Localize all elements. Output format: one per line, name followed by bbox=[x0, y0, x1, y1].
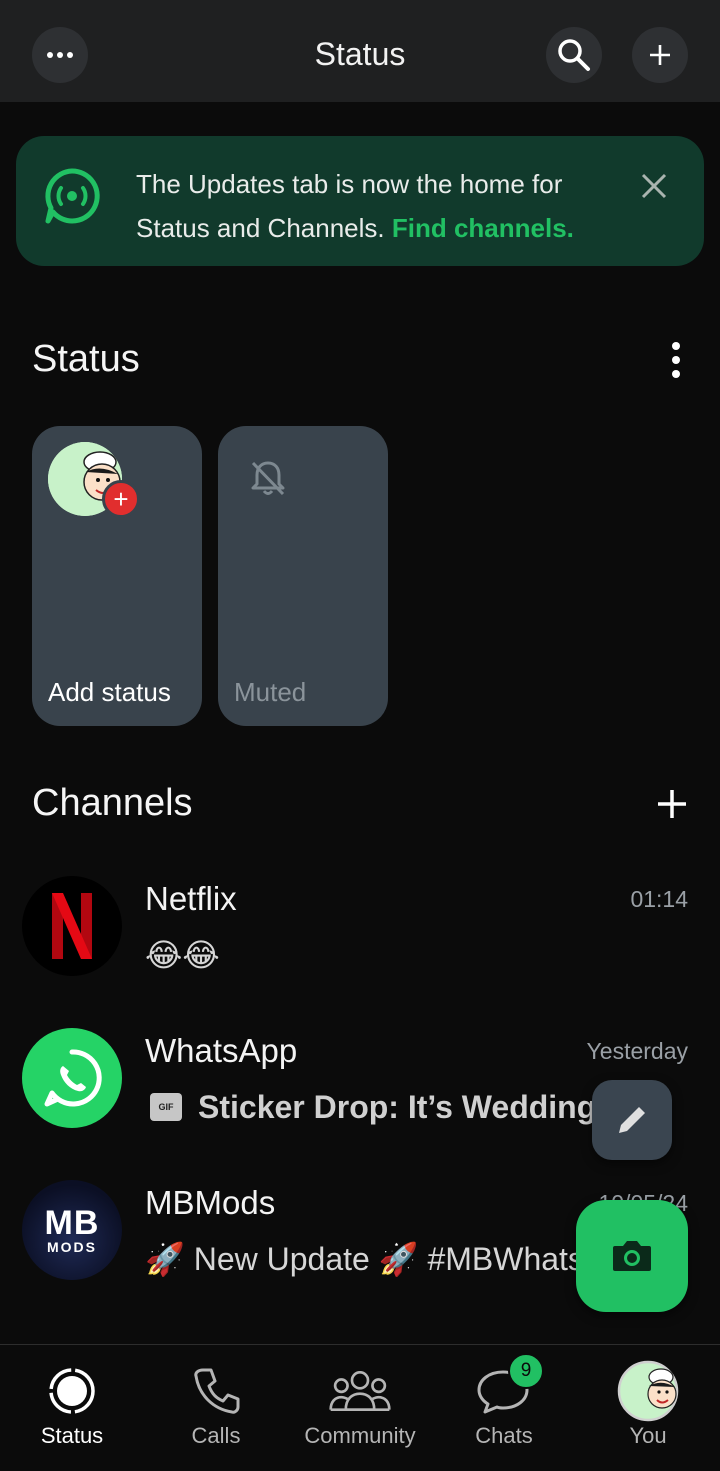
status-icon bbox=[40, 1359, 104, 1423]
logo-text: MB bbox=[44, 1204, 100, 1242]
whatsapp-logo-icon bbox=[44, 1049, 102, 1107]
profile-avatar bbox=[616, 1359, 680, 1423]
status-menu-button[interactable] bbox=[661, 335, 691, 385]
channels-icon bbox=[45, 168, 100, 224]
edit-pencil-icon bbox=[619, 1107, 645, 1133]
add-status-badge[interactable]: + bbox=[102, 480, 140, 518]
updates-info-banner: The Updates tab is now the home for Stat… bbox=[16, 136, 704, 266]
tab-label: Status bbox=[40, 1423, 104, 1448]
mbmods-avatar: MB MODS bbox=[22, 1180, 122, 1280]
add-status-label: Add status bbox=[48, 677, 171, 707]
status-section-title: Status bbox=[32, 338, 140, 380]
add-channel-button[interactable] bbox=[652, 784, 692, 824]
tab-label: Community bbox=[304, 1423, 416, 1448]
unread-chats-badge: 9 bbox=[508, 1353, 544, 1389]
phone-icon bbox=[184, 1359, 248, 1423]
gif-icon: GIF bbox=[150, 1093, 182, 1121]
camera-status-button[interactable] bbox=[576, 1200, 688, 1312]
plus-icon bbox=[658, 790, 686, 818]
close-banner-button[interactable] bbox=[634, 166, 674, 206]
page-title: Status bbox=[314, 36, 406, 72]
muted-bell-icon bbox=[251, 461, 285, 496]
channel-name: MBMods bbox=[145, 1184, 276, 1221]
community-icon bbox=[328, 1359, 392, 1423]
message-text: 😂😂 bbox=[145, 937, 220, 973]
find-channels-link[interactable]: Find channels. bbox=[392, 213, 574, 243]
add-status-card[interactable]: + Add status bbox=[32, 426, 202, 726]
whatsapp-avatar bbox=[22, 1028, 122, 1128]
message-text: 🚀 New Update 🚀 #MBWhatsApp bbox=[145, 1241, 641, 1277]
logo-subtext: MODS bbox=[46, 1239, 97, 1255]
top-app-bar: Status bbox=[0, 0, 720, 102]
tab-label: Chats bbox=[475, 1423, 533, 1448]
tab-chats[interactable]: 9 Chats bbox=[432, 1345, 576, 1471]
tab-label: You bbox=[629, 1423, 667, 1448]
muted-label: Muted bbox=[234, 677, 307, 707]
camera-icon bbox=[613, 1241, 651, 1271]
mbmods-logo: MB MODS bbox=[45, 1206, 100, 1254]
search-button[interactable] bbox=[546, 27, 602, 83]
channel-time: 01:14 bbox=[630, 886, 688, 912]
channel-name: WhatsApp bbox=[145, 1032, 298, 1069]
channel-name: Netflix bbox=[145, 880, 237, 917]
plus-icon bbox=[650, 45, 670, 65]
channels-section-title: Channels bbox=[32, 782, 193, 824]
search-icon bbox=[558, 39, 590, 71]
tab-you[interactable]: You bbox=[576, 1345, 720, 1471]
tab-status[interactable]: Status bbox=[0, 1345, 144, 1471]
my-avatar: + bbox=[48, 442, 140, 518]
close-icon bbox=[641, 173, 667, 199]
channel-time: Yesterday bbox=[586, 1038, 688, 1064]
channel-row-netflix[interactable]: Netflix 01:14 😂😂 bbox=[0, 876, 720, 996]
banner-text: The Updates tab is now the home for Stat… bbox=[136, 162, 626, 250]
netflix-logo-icon bbox=[52, 893, 92, 959]
message-text: Sticker Drop: It’s Wedding S bbox=[198, 1088, 627, 1125]
bottom-navigation: Status Calls Community 9 Chats You bbox=[0, 1344, 720, 1471]
kebab-icon bbox=[672, 342, 680, 378]
tab-label: Calls bbox=[191, 1423, 241, 1448]
tab-community[interactable]: Community bbox=[288, 1345, 432, 1471]
text-status-button[interactable] bbox=[592, 1080, 672, 1160]
tab-calls[interactable]: Calls bbox=[144, 1345, 288, 1471]
channel-last-message: 😂😂 bbox=[145, 930, 685, 980]
netflix-avatar bbox=[22, 876, 122, 976]
new-status-button[interactable] bbox=[632, 27, 688, 83]
muted-status-card[interactable]: Muted bbox=[218, 426, 388, 726]
